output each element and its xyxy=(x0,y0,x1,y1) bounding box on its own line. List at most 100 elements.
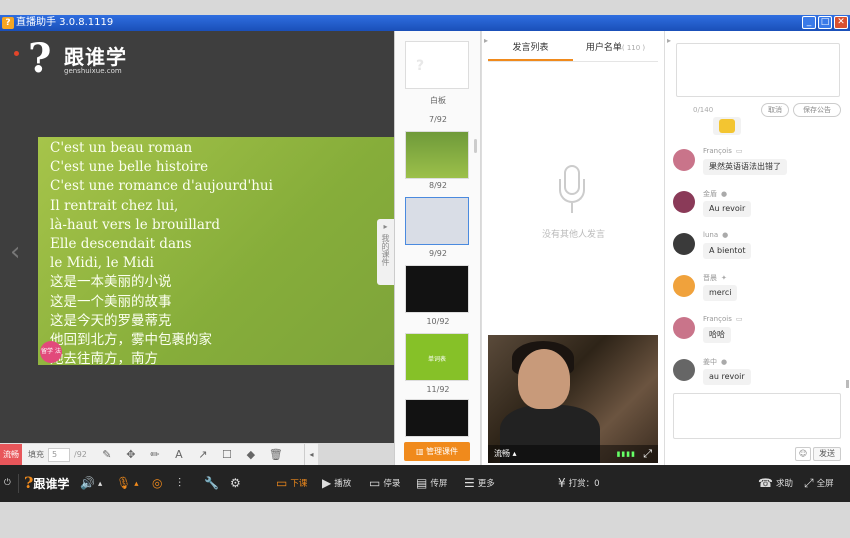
avatar[interactable] xyxy=(673,149,695,171)
logo-name: 跟谁学 xyxy=(64,45,127,69)
avatar[interactable] xyxy=(673,275,695,297)
move-tool-icon[interactable]: ✥ xyxy=(125,448,137,461)
avatar[interactable] xyxy=(673,233,695,255)
fill-label: 填充 xyxy=(28,450,44,459)
thumbnail-label: 11/92 xyxy=(426,385,450,394)
tab-user-list[interactable]: 用户名单( 110 ) xyxy=(573,40,658,61)
tab-speech-list[interactable]: 发言列表 xyxy=(488,40,573,61)
thumbnail-whiteboard[interactable]: ? xyxy=(405,41,469,89)
play-button[interactable]: ▶ 播放 xyxy=(322,475,351,492)
username-text: luna xyxy=(703,231,719,239)
page-number-input[interactable]: 5 xyxy=(48,447,70,462)
end-class-button[interactable]: ▭ 下课 xyxy=(276,475,307,492)
eraser-tool-icon[interactable]: ◆ xyxy=(245,448,257,461)
thumbnail-slide-selected[interactable] xyxy=(405,197,469,245)
minimize-button[interactable]: _ xyxy=(802,16,816,29)
announcement-input[interactable] xyxy=(676,43,840,97)
emoji-icon[interactable]: ☺ xyxy=(795,447,811,461)
page-total: /92 xyxy=(74,450,87,459)
app-icon: ? xyxy=(2,17,14,29)
more-button[interactable]: ☰ 更多 xyxy=(464,475,495,492)
slide-text: C'est un beau roman C'est une belle hist… xyxy=(50,139,273,365)
chat-panel: ▸ 0/140 取消 保存公告 François ▭ 果然英语语法出错了 金盾 ● … xyxy=(664,31,850,465)
fullscreen-button[interactable]: ⤢ 全屏 xyxy=(804,475,834,492)
chat-input[interactable] xyxy=(673,393,841,439)
device-icon: ● xyxy=(721,190,728,198)
my-courseware-tab[interactable]: ▸ 我的课件 xyxy=(377,219,394,285)
avatar[interactable] xyxy=(673,359,695,381)
record-icon: ▭ xyxy=(369,476,381,490)
chat-username: 姜中 ● xyxy=(703,357,727,367)
slide-line: C'est un beau roman xyxy=(50,140,193,156)
mixer-button[interactable]: ⫶ xyxy=(178,475,184,492)
tools-button[interactable]: 🔧 xyxy=(204,475,222,492)
mic-button[interactable]: 🎙 ▴ xyxy=(116,475,139,492)
thumbnail-slide[interactable] xyxy=(405,265,469,313)
thumbnail-label: 10/92 xyxy=(426,317,450,326)
chat-bubble: 哈哈 xyxy=(703,327,731,343)
chat-message: François ▭ 哈哈 xyxy=(673,315,843,357)
more-label: 更多 xyxy=(477,479,495,489)
text-tool-icon[interactable]: A xyxy=(173,448,185,461)
username-text: 金盾 xyxy=(703,190,717,198)
volume-button[interactable]: 🔊 ▴ xyxy=(80,475,102,492)
prev-slide-arrow-icon[interactable]: ‹ xyxy=(10,237,20,267)
pen-tool-icon[interactable]: ✎ xyxy=(101,448,113,461)
video-fullscreen-icon[interactable]: ⤢ xyxy=(643,445,652,463)
whiteboard-stage[interactable]: ? 跟谁学 genshuixue.com ‹ C'est un beau rom… xyxy=(0,31,394,443)
volume-icon: 🔊 xyxy=(80,476,95,490)
folder-icon: ▥ xyxy=(415,447,427,456)
thumbnail-slide[interactable] xyxy=(405,399,469,437)
avatar[interactable] xyxy=(673,191,695,213)
device-icon: ✦ xyxy=(721,274,727,282)
collapse-arrow-icon: ▸ xyxy=(383,222,388,231)
chat-message-list[interactable]: François ▭ 果然英语语法出错了 金盾 ● Au revoir luna ● … xyxy=(665,115,845,391)
settings-button[interactable]: ⚙ xyxy=(230,475,244,492)
maximize-button[interactable]: □ xyxy=(818,16,832,29)
thumbnail-label: 7/92 xyxy=(429,115,447,124)
chat-username: François ▭ xyxy=(703,147,742,155)
window-title: 直播助手 3.0.8.1119 xyxy=(16,17,114,28)
trash-tool-icon[interactable]: 🗑 xyxy=(269,448,283,461)
slide-line: C'est une romance d'aujourd'hui xyxy=(50,178,273,195)
logo-dot xyxy=(14,51,19,56)
close-button[interactable]: ✕ xyxy=(834,16,848,29)
yen-icon: ¥ xyxy=(558,476,566,490)
avatar[interactable] xyxy=(673,317,695,339)
chat-message: 金盾 ● Au revoir xyxy=(673,189,843,231)
thumbnail-slide[interactable]: 单词表 xyxy=(405,333,469,381)
chat-panel-arrow-icon[interactable]: ▸ xyxy=(667,36,671,45)
username-text: 姜中 xyxy=(703,358,717,366)
manage-courseware-button[interactable]: ▥ 管理课件 xyxy=(404,442,470,461)
pencil-tool-icon[interactable]: ✏ xyxy=(149,448,161,461)
send-button[interactable]: 发送 xyxy=(813,447,841,461)
thumbnail-scrollbar[interactable] xyxy=(474,139,477,153)
stop-record-button[interactable]: ▭ 停录 xyxy=(369,475,400,492)
power-icon[interactable]: ⏻ xyxy=(4,475,11,492)
bottom-logo-name: 跟谁学 xyxy=(33,477,70,491)
divider xyxy=(18,474,19,493)
username-text: François xyxy=(703,315,732,323)
device-icon: ▭ xyxy=(735,315,743,323)
chat-scrollbar[interactable] xyxy=(846,380,849,388)
live-assistant-window: ? 直播助手 3.0.8.1119 _ □ ✕ ? 跟谁学 genshuixue… xyxy=(0,0,850,538)
chat-message: 姜中 ● au revoir xyxy=(673,357,843,391)
play-label: 播放 xyxy=(334,479,352,489)
rectangle-tool-icon[interactable]: ☐ xyxy=(221,448,233,461)
gear-icon: ⚙ xyxy=(230,476,241,490)
tab-label: 用户名单 xyxy=(585,43,622,53)
collapse-toolbar-icon[interactable]: ◂ xyxy=(304,443,318,466)
thumbnail-slide[interactable] xyxy=(405,131,469,179)
reward-button[interactable]: ¥ 打赏：0 xyxy=(558,475,600,492)
logo-url: genshuixue.com xyxy=(64,67,122,75)
arrow-tool-icon[interactable]: ↗ xyxy=(197,448,209,461)
video-quality-button[interactable]: 流畅 ▴ xyxy=(494,449,517,458)
camera-button[interactable]: ◎ xyxy=(152,475,165,492)
share-screen-button[interactable]: ▤ 传屏 xyxy=(416,475,447,492)
courseware-thumbnail-panel: ? 白板 7/92 8/92 9/92 10/92 单词表 11/92 ▥ 管理… xyxy=(394,31,480,465)
device-icon: ● xyxy=(721,358,728,366)
teacher-video[interactable]: 流畅 ▴ ▮▮▮▮ ⤢ xyxy=(488,335,658,463)
quality-mode-button[interactable]: 流畅 xyxy=(0,443,22,466)
stop-record-label: 停录 xyxy=(383,479,401,489)
help-button[interactable]: ☎ 求助 xyxy=(758,475,793,492)
